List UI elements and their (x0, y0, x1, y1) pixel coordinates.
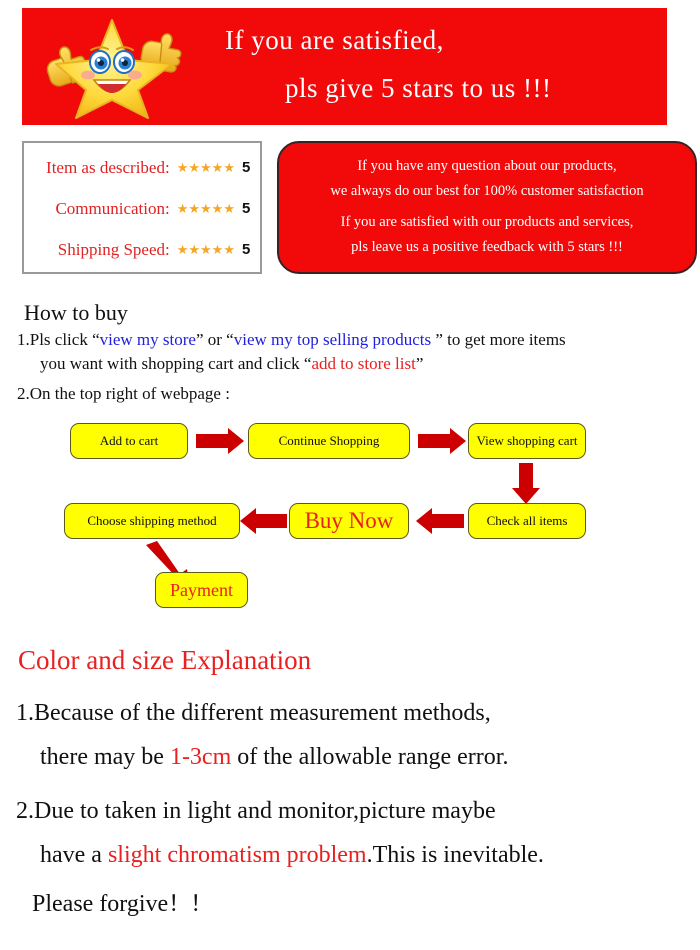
cs-l4-text-b: .This is inevitable. (366, 842, 544, 868)
flow-label-choose-shipping-method: Choose shipping method (87, 513, 217, 528)
flow-label-continue-shopping: Continue Shopping (278, 433, 380, 448)
color-size-point-2-line-2: have a slight chromatism problem.This is… (40, 842, 544, 869)
arrow-left-2 (240, 508, 287, 534)
color-size-point-2-line-1: 2.Due to taken in light and monitor,pict… (16, 798, 496, 824)
flow-box-add-to-cart[interactable]: Add to cart (70, 423, 188, 459)
color-size-point-2-line-3: Please forgive！！ (32, 886, 212, 918)
flow-box-buy-now[interactable]: Buy Now (289, 503, 409, 539)
arrow-right-2 (418, 428, 466, 454)
flow-box-payment[interactable]: Payment (155, 572, 248, 608)
chromatism-highlight: slight chromatism problem (107, 842, 367, 868)
flow-box-check-all-items[interactable]: Check all items (468, 503, 586, 539)
flow-label-view-shopping-cart: View shopping cart (476, 433, 578, 448)
flow-box-continue-shopping[interactable]: Continue Shopping (248, 423, 410, 459)
color-size-point-1-line-2: there may be 1-3cm of the allowable rang… (40, 744, 508, 771)
arrow-down-1 (512, 463, 540, 504)
flow-box-view-shopping-cart[interactable]: View shopping cart (468, 423, 586, 459)
cs-l4-text-a: have a (40, 842, 108, 868)
flow-label-check-all-items: Check all items (486, 513, 568, 528)
tolerance-highlight: 1-3cm (169, 744, 232, 770)
cs-l2-text-b: of the allowable range error. (231, 744, 509, 770)
arrow-left-1 (416, 508, 464, 534)
color-size-point-1-line-1: 1.Because of the different measurement m… (16, 700, 491, 726)
arrow-right-1 (196, 428, 244, 454)
flow-box-choose-shipping-method[interactable]: Choose shipping method (64, 503, 240, 539)
flow-label-buy-now: Buy Now (304, 508, 394, 533)
flow-label-payment: Payment (170, 579, 233, 600)
cs-l5-text-a: Please forgive (32, 891, 169, 917)
cs-l5-text-b: ！！ (168, 891, 213, 916)
cs-l2-text-a: there may be (40, 744, 170, 770)
color-size-title: Color and size Explanation (18, 645, 312, 675)
flow-label-add-to-cart: Add to cart (99, 433, 159, 448)
